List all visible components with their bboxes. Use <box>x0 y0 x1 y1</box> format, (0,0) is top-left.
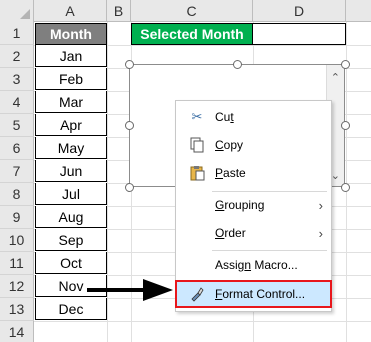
chevron-right-icon: › <box>318 225 323 241</box>
menu-item-order[interactable]: Order › <box>176 221 331 245</box>
month-cell-sep[interactable]: Sep <box>35 229 107 251</box>
row-header-12[interactable]: 12 <box>0 275 34 298</box>
context-menu: ✂ Cut Copy Paste Grouping › Order › Assi… <box>175 100 332 312</box>
row-header-14[interactable]: 14 <box>0 321 34 342</box>
row-header-1[interactable]: 1 <box>0 22 34 45</box>
menu-item-cut[interactable]: ✂ Cut <box>176 105 331 129</box>
menu-separator <box>212 191 327 192</box>
month-cell-jul[interactable]: Jul <box>35 183 107 205</box>
row-header-13[interactable]: 13 <box>0 298 34 321</box>
select-all-corner[interactable] <box>0 0 34 22</box>
resize-handle[interactable] <box>341 121 350 130</box>
row-header-2[interactable]: 2 <box>0 45 34 68</box>
arrow-right-icon <box>143 279 173 301</box>
menu-item-format-control[interactable]: Format Control... <box>175 280 332 308</box>
row-header-9[interactable]: 9 <box>0 206 34 229</box>
row-header-4[interactable]: 4 <box>0 91 34 114</box>
menu-item-assign-macro[interactable]: Assign Macro... <box>176 253 331 277</box>
row-header-8[interactable]: 8 <box>0 183 34 206</box>
paste-icon <box>188 164 206 182</box>
format-control-icon <box>188 285 206 303</box>
row-header-5[interactable]: 5 <box>0 114 34 137</box>
menu-item-paste[interactable]: Paste <box>176 161 331 185</box>
resize-handle[interactable] <box>341 60 350 69</box>
menu-separator <box>212 250 327 251</box>
menu-item-cut-label: Cut <box>215 110 234 124</box>
menu-item-paste-label: Paste <box>215 166 246 180</box>
column-header-b[interactable]: B <box>107 0 131 22</box>
month-cell-aug[interactable]: Aug <box>35 206 107 228</box>
month-cell-dec[interactable]: Dec <box>35 298 107 320</box>
column-header-d[interactable]: D <box>253 0 346 22</box>
selected-month-cell[interactable]: Selected Month <box>131 23 253 45</box>
column-header-a[interactable]: A <box>34 0 107 22</box>
select-all-triangle-icon <box>20 9 30 19</box>
month-cell-may[interactable]: May <box>35 137 107 159</box>
column-header-row: A B C D <box>0 0 371 22</box>
resize-handle[interactable] <box>125 60 134 69</box>
scroll-down-icon[interactable]: ⌄ <box>331 169 340 182</box>
gridline <box>107 22 108 342</box>
resize-handle[interactable] <box>341 183 350 192</box>
scroll-up-icon[interactable]: ⌃ <box>331 71 340 84</box>
month-cell-nov[interactable]: Nov <box>35 275 107 297</box>
row-header-6[interactable]: 6 <box>0 137 34 160</box>
gridline <box>34 321 371 322</box>
column-header-c[interactable]: C <box>131 0 253 22</box>
resize-handle[interactable] <box>125 121 134 130</box>
spreadsheet: A B C D 1 2 3 4 5 6 7 8 9 10 11 12 13 14… <box>0 0 371 342</box>
resize-handle[interactable] <box>125 183 134 192</box>
gridline <box>346 22 347 342</box>
menu-item-grouping-label: Grouping <box>215 198 265 212</box>
row-header-3[interactable]: 3 <box>0 68 34 91</box>
pointer-arrow-shaft <box>87 288 147 292</box>
scissors-icon: ✂ <box>191 109 203 124</box>
month-cell-feb[interactable]: Feb <box>35 68 107 90</box>
selected-month-value-cell[interactable] <box>253 23 346 45</box>
copy-icon <box>188 136 206 154</box>
resize-handle[interactable] <box>233 60 242 69</box>
menu-item-order-label: Order <box>215 226 246 240</box>
month-cell-jan[interactable]: Jan <box>35 45 107 67</box>
month-cell-apr[interactable]: Apr <box>35 114 107 136</box>
month-cell-jun[interactable]: Jun <box>35 160 107 182</box>
menu-item-grouping[interactable]: Grouping › <box>176 193 331 217</box>
menu-item-copy[interactable]: Copy <box>176 133 331 157</box>
month-header-cell[interactable]: Month <box>35 23 107 45</box>
chevron-right-icon: › <box>318 197 323 213</box>
row-header-11[interactable]: 11 <box>0 252 34 275</box>
month-cell-mar[interactable]: Mar <box>35 91 107 113</box>
row-header-10[interactable]: 10 <box>0 229 34 252</box>
menu-item-assign-macro-label: Assign Macro... <box>215 258 298 272</box>
menu-item-copy-label: Copy <box>215 138 244 152</box>
menu-item-format-control-label: Format Control... <box>215 287 306 301</box>
month-cell-oct[interactable]: Oct <box>35 252 107 274</box>
row-header-7[interactable]: 7 <box>0 160 34 183</box>
